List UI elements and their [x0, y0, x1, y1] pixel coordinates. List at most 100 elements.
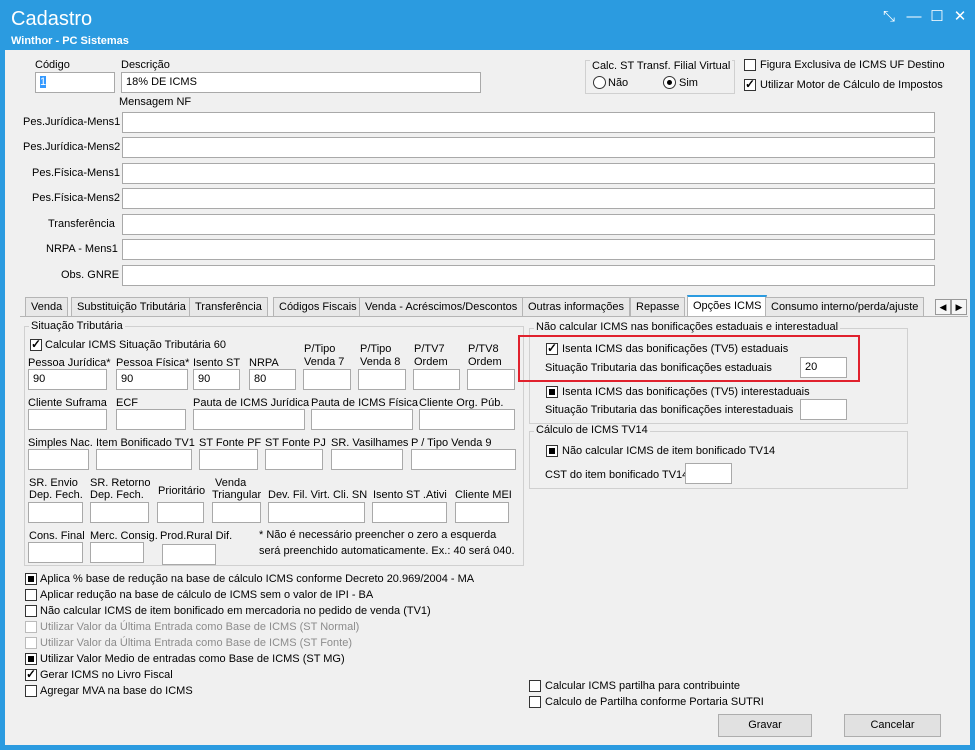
cliente-mei-input[interactable] — [455, 502, 509, 523]
mens-input[interactable] — [122, 265, 935, 286]
p-tv7-label-a: P/TV7 — [414, 343, 445, 355]
merc-consig-input[interactable] — [90, 542, 144, 563]
option-checkbox[interactable] — [25, 605, 37, 617]
pessoa-fisica-input[interactable]: 90 — [116, 369, 188, 390]
nrpa-label: NRPA — [249, 357, 279, 369]
tab-opcoes-icms[interactable]: Opções ICMS — [687, 295, 768, 317]
cons-final-input[interactable] — [28, 542, 83, 563]
descricao-label: Descrição — [121, 59, 170, 71]
venda-triangular-input[interactable] — [212, 502, 261, 523]
isento-st-label: Isento ST — [193, 357, 241, 369]
p-tipo-venda7-input[interactable] — [303, 369, 351, 390]
pauta-fisica-label: Pauta de ICMS Física — [311, 397, 418, 409]
figura-exclusiva-checkbox[interactable] — [744, 59, 756, 71]
prod-rural-label: Prod.Rural Dif. — [160, 530, 233, 542]
tab-substituicao[interactable]: Substituição Tributária — [71, 297, 192, 317]
item-bonificado-input[interactable] — [96, 449, 192, 470]
mens-input[interactable] — [122, 112, 935, 133]
prioritario-input[interactable] — [157, 502, 204, 523]
st-fonte-pj-input[interactable] — [265, 449, 323, 470]
tab-venda[interactable]: Venda — [25, 297, 69, 317]
gravar-button[interactable]: Gravar — [718, 714, 812, 737]
cliente-suframa-label: Cliente Suframa — [28, 397, 107, 409]
p-tipo-venda8-input[interactable] — [358, 369, 406, 390]
tv14-group-label: Cálculo de ICMS TV14 — [534, 424, 650, 436]
option-checkbox[interactable] — [25, 653, 37, 665]
tab-transferencia[interactable]: Transferência — [189, 297, 268, 317]
option-checkbox[interactable] — [25, 685, 37, 697]
utilizar-motor-label: Utilizar Motor de Cálculo de Impostos — [760, 79, 943, 91]
tab-acrescimos[interactable]: Venda - Acréscimos/Descontos — [359, 297, 524, 317]
utilizar-motor-checkbox[interactable] — [744, 77, 756, 91]
ecf-input[interactable] — [116, 409, 186, 430]
cliente-org-pub-input[interactable] — [419, 409, 515, 430]
prod-rural-input[interactable] — [162, 544, 216, 565]
option-checkbox-disabled — [25, 621, 37, 633]
resize-icon[interactable]: ⤡ — [878, 6, 900, 28]
p-tipo-venda7-label-a: P/Tipo — [304, 343, 336, 355]
cst-tv14-label: CST do item bonificado TV14 — [545, 469, 689, 481]
nao-calcular-tv14-checkbox[interactable] — [546, 445, 558, 457]
tab-consumo-interno[interactable]: Consumo interno/perda/ajuste — [765, 297, 925, 317]
p-tv7-label-b: Ordem — [414, 356, 448, 368]
option-checkbox[interactable] — [25, 573, 37, 585]
simples-nac-input[interactable] — [28, 449, 89, 470]
window-title: Cadastro — [11, 8, 93, 30]
minimize-icon[interactable]: — — [903, 6, 925, 28]
mens-input[interactable] — [122, 137, 935, 158]
isento-st-ativi-input[interactable] — [372, 502, 447, 523]
codigo-input[interactable]: 1 — [35, 72, 115, 93]
pessoa-juridica-input[interactable]: 90 — [28, 369, 107, 390]
nrpa-input[interactable]: 80 — [249, 369, 296, 390]
maximize-icon[interactable]: ☐ — [926, 6, 948, 28]
sit-estaduais-input[interactable]: 20 — [800, 357, 847, 378]
option-checkbox[interactable] — [25, 589, 37, 601]
sr-vasilhames-input[interactable] — [331, 449, 403, 470]
isenta-estaduais-checkbox[interactable] — [546, 341, 558, 355]
codigo-value: 1 — [40, 76, 47, 88]
form-client-area: Código 1 Descrição 18% DE ICMS Calc. ST … — [5, 50, 970, 745]
partilha-sutri-label: Calculo de Partilha conforme Portaria SU… — [545, 696, 764, 708]
dev-fil-input[interactable] — [268, 502, 365, 523]
option-checkbox[interactable] — [25, 667, 37, 681]
isento-st-input[interactable]: 90 — [193, 369, 240, 390]
calcular-60-label: Calcular ICMS Situação Tributária 60 — [45, 339, 226, 351]
tab-outras-informacoes[interactable]: Outras informações — [522, 297, 630, 317]
close-icon[interactable]: ✕ — [949, 6, 971, 28]
option-label: Utilizar Valor da Última Entrada como Ba… — [40, 637, 352, 649]
tab-scroll-right-icon[interactable]: ▶ — [951, 299, 967, 315]
mens-input[interactable] — [122, 188, 935, 209]
tab-codigos-fiscais[interactable]: Códigos Fiscais — [273, 297, 363, 317]
cliente-suframa-input[interactable] — [28, 409, 107, 430]
option-label: Gerar ICMS no Livro Fiscal — [40, 669, 173, 681]
pauta-fisica-input[interactable] — [311, 409, 413, 430]
radio-sim[interactable] — [663, 76, 676, 89]
tab-scroll-left-icon[interactable]: ◀ — [935, 299, 951, 315]
mens-input[interactable] — [122, 214, 935, 235]
sit-interestaduais-input[interactable] — [800, 399, 847, 420]
descricao-input[interactable]: 18% DE ICMS — [121, 72, 481, 93]
partilha-sutri-checkbox[interactable] — [529, 696, 541, 708]
tab-repasse[interactable]: Repasse — [630, 297, 686, 317]
venda-triangular-label-b: Triangular — [212, 489, 262, 501]
note-line2: será preenchido automaticamente. Ex.: 40… — [259, 545, 515, 557]
cons-final-label: Cons. Final — [29, 530, 85, 542]
sr-envio-input[interactable] — [28, 502, 83, 523]
p-tipo-venda9-input[interactable] — [411, 449, 516, 470]
cancelar-button[interactable]: Cancelar — [844, 714, 941, 737]
st-fonte-pf-input[interactable] — [199, 449, 258, 470]
radio-nao[interactable] — [593, 76, 606, 89]
isenta-interestaduais-checkbox[interactable] — [546, 386, 558, 398]
pauta-juridica-label: Pauta de ICMS Jurídica — [193, 397, 310, 409]
st-fonte-pf-label: ST Fonte PF — [199, 437, 262, 449]
dev-fil-label: Dev. Fil. Virt. Cli. SN — [268, 489, 368, 501]
sr-retorno-input[interactable] — [90, 502, 149, 523]
cst-tv14-input[interactable] — [685, 463, 732, 484]
partilha-contribuinte-checkbox[interactable] — [529, 680, 541, 692]
mens-input[interactable] — [122, 163, 935, 184]
p-tv8-input[interactable] — [467, 369, 515, 390]
calcular-60-checkbox[interactable] — [30, 337, 42, 351]
pauta-juridica-input[interactable] — [193, 409, 305, 430]
p-tv7-input[interactable] — [413, 369, 460, 390]
mens-input[interactable] — [122, 239, 935, 260]
